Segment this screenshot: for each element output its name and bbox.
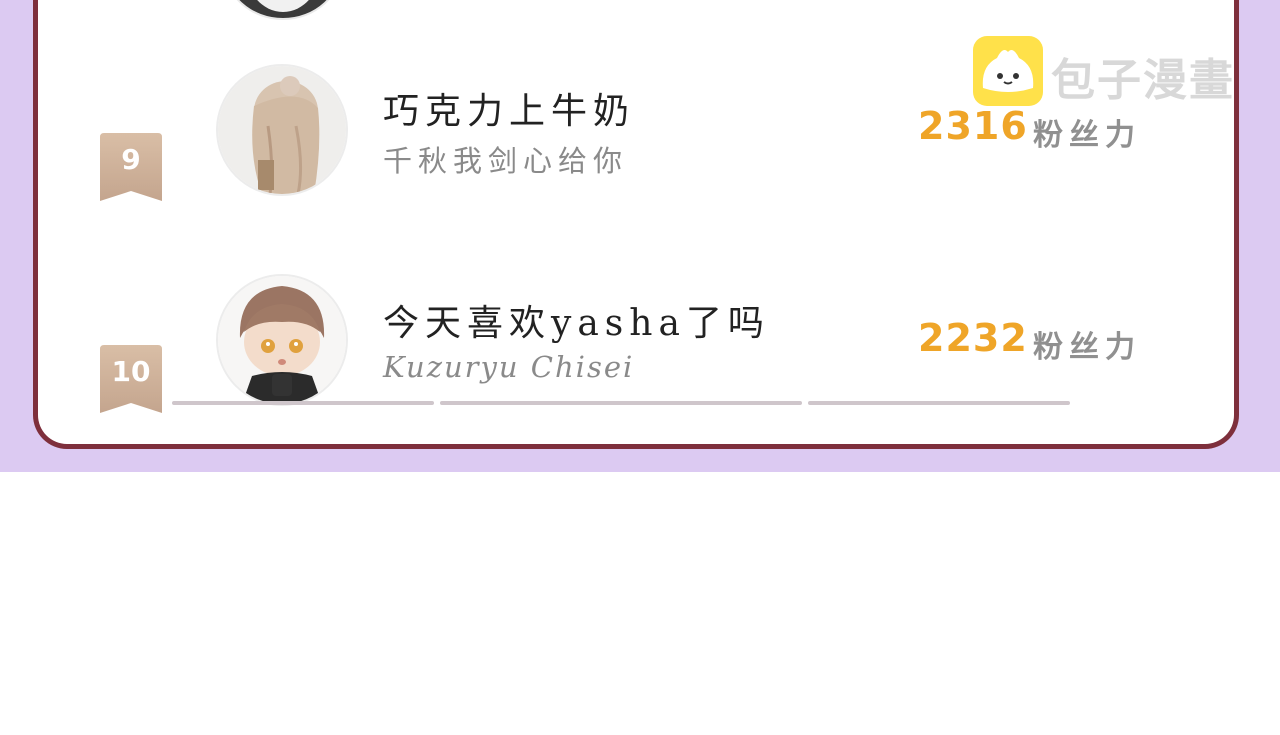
rank-badge: 10 [100,345,162,413]
bottom-tab-indicator [808,401,1070,405]
rank-badge: 9 [100,133,162,201]
fan-score-unit: 粉丝力 [1033,118,1141,153]
ranking-row[interactable]: 10 今天喜欢yasha了吗 Kuzuryu Chisei 2232 粉丝力 [38,274,1234,444]
ranking-row-partial: 千秋我剑心给你千秋 [38,0,1234,40]
fan-score: 2316 [918,104,1028,148]
user-subtitle: Kuzuryu Chisei [383,350,635,384]
fan-score: 2232 [918,316,1028,360]
rank-number: 10 [111,355,151,388]
watermark-text: 包子漫畫 [1051,55,1235,106]
fan-score-unit: 粉丝力 [1033,330,1141,365]
avatar [223,0,343,20]
avatar-face [245,0,321,12]
bottom-tab-indicator [440,401,802,405]
avatar-image [218,66,346,194]
avatar[interactable] [216,274,348,406]
bottom-tab-indicator [172,401,434,405]
ranking-row[interactable]: 9 巧克力上牛奶 千秋我剑心给你 2316 粉丝力 [38,64,1234,240]
user-nickname: 巧克力上牛奶 [383,91,636,132]
rank-number: 9 [121,143,141,176]
avatar-image [218,276,346,404]
site-watermark: 包子漫畫 [973,36,1243,106]
bun-mascot-icon [973,36,1043,106]
user-subtitle: 千秋我剑心给你 [383,144,629,178]
user-nickname: 今天喜欢yasha了吗 [383,303,770,344]
avatar[interactable] [216,64,348,196]
